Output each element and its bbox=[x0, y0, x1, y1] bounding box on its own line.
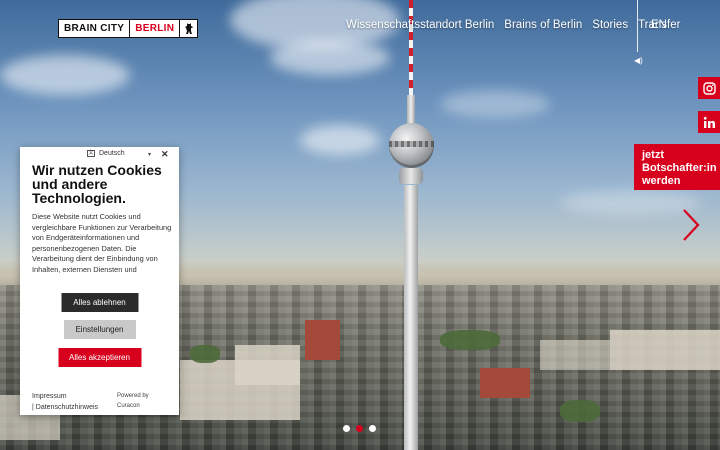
settings-button[interactable]: Einstellungen bbox=[63, 320, 136, 339]
cookie-banner: 文 Deutsch ▾ ✕ Wir nutzen Cookies und and… bbox=[20, 147, 179, 415]
chevron-right-icon[interactable] bbox=[681, 208, 701, 242]
cookie-title: Wir nutzen Cookies und andere Technologi… bbox=[32, 162, 162, 206]
cookie-language-select[interactable]: 文 Deutsch bbox=[87, 150, 125, 157]
trees bbox=[440, 330, 500, 350]
chevron-down-icon[interactable]: ▾ bbox=[148, 151, 151, 158]
trees bbox=[190, 345, 220, 363]
instagram-button[interactable] bbox=[698, 77, 720, 99]
cloud bbox=[0, 55, 130, 95]
bear-icon bbox=[180, 20, 197, 37]
powered-by-name[interactable]: Curacon bbox=[117, 401, 149, 411]
powered-by: Powered by Curacon bbox=[117, 391, 149, 411]
nav-item-brains-of-berlin[interactable]: Brains of Berlin bbox=[504, 19, 582, 31]
nav-item-stories[interactable]: Stories bbox=[592, 19, 628, 31]
cta-line-1: jetzt bbox=[642, 149, 664, 161]
cloud bbox=[440, 90, 550, 118]
linkedin-button[interactable] bbox=[698, 111, 720, 133]
accept-all-button[interactable]: Alles akzeptieren bbox=[58, 348, 141, 367]
nav-item-wissenschaftsstandort[interactable]: Wissenschaftsstandort Berlin bbox=[346, 19, 494, 31]
powered-by-label: Powered by bbox=[117, 393, 149, 399]
close-icon[interactable]: ✕ bbox=[161, 149, 169, 160]
linkedin-icon bbox=[703, 116, 715, 128]
building bbox=[235, 345, 300, 385]
tv-tower-antenna bbox=[409, 0, 413, 96]
cta-line-3: werden bbox=[642, 175, 681, 187]
flag-icon: 文 bbox=[87, 150, 95, 157]
language-switch[interactable]: EN bbox=[651, 19, 667, 31]
slider-dot[interactable] bbox=[343, 425, 350, 432]
cookie-description: Diese Website nutzt Cookies und vergleic… bbox=[32, 212, 172, 274]
nav-divider bbox=[637, 0, 638, 52]
cookie-language-label: Deutsch bbox=[99, 150, 125, 157]
building bbox=[540, 340, 610, 370]
town-hall bbox=[305, 320, 340, 360]
sound-icon[interactable]: ◀) bbox=[634, 56, 643, 65]
imprint-link[interactable]: Impressum bbox=[32, 391, 98, 402]
slider-dots bbox=[343, 425, 376, 432]
main-nav: Wissenschaftsstandort Berlin Brains of B… bbox=[346, 19, 680, 31]
tv-tower-sphere bbox=[389, 123, 434, 168]
trees bbox=[560, 400, 600, 422]
cta-line-2: Botschafter:in bbox=[642, 162, 717, 174]
brain-city-logo[interactable]: BRAIN CITY BERLIN bbox=[58, 19, 199, 38]
logo-berlin: BERLIN bbox=[130, 20, 181, 37]
privacy-link[interactable]: | Datenschutzhinweis bbox=[32, 402, 98, 413]
logo-brain-city: BRAIN CITY bbox=[59, 20, 131, 37]
cloud bbox=[270, 40, 390, 75]
tv-tower-shaft bbox=[404, 185, 418, 450]
tv-tower-ring bbox=[399, 168, 423, 184]
church bbox=[480, 368, 530, 398]
instagram-icon bbox=[702, 81, 716, 95]
slider-dot[interactable] bbox=[369, 425, 376, 432]
decline-all-button[interactable]: Alles ablehnen bbox=[61, 293, 138, 312]
slider-dot-active[interactable] bbox=[356, 425, 363, 432]
ambassador-cta-button[interactable]: jetzt Botschafter:in werden bbox=[634, 144, 720, 190]
cloud bbox=[560, 190, 700, 215]
cookie-footer-links: Impressum | Datenschutzhinweis bbox=[32, 391, 98, 413]
building bbox=[610, 330, 720, 370]
cloud bbox=[300, 125, 380, 155]
